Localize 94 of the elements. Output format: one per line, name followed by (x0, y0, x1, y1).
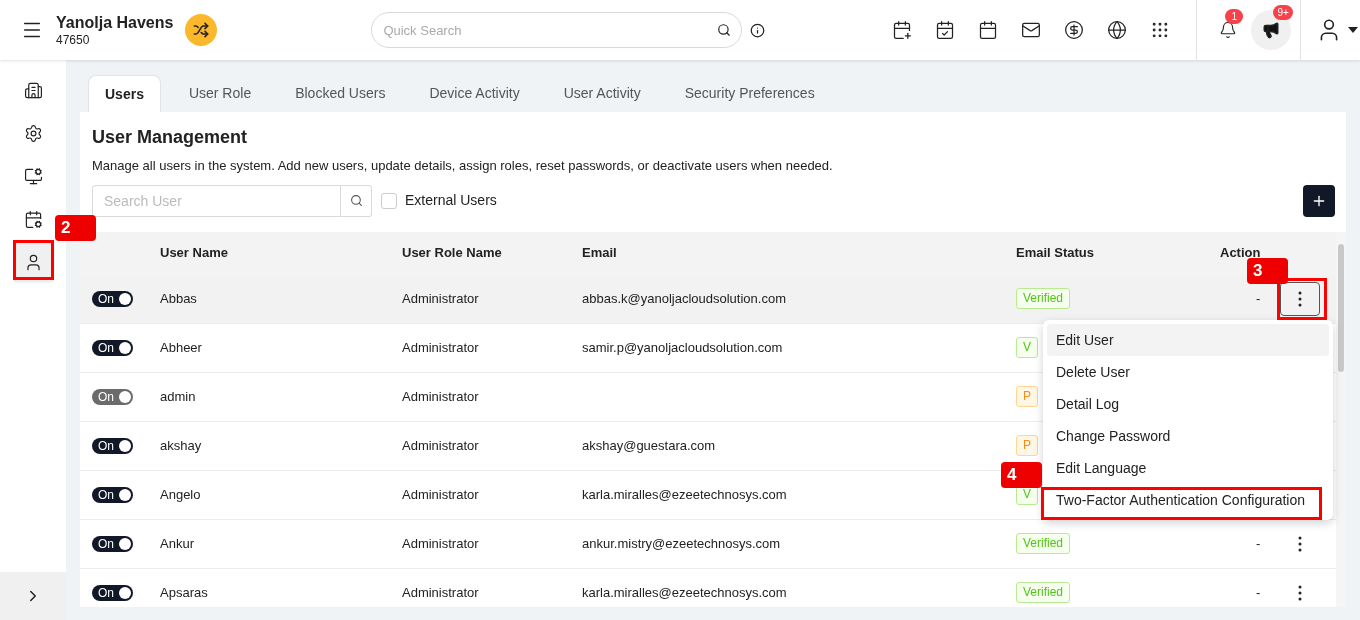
menu-item[interactable]: Edit User (1047, 324, 1329, 356)
action-placeholder: - (1256, 289, 1261, 308)
column-header: User Name (159, 244, 229, 263)
user-name: Ankur (159, 534, 195, 553)
column-header: User Role Name (402, 244, 503, 263)
caret-icon (1348, 27, 1359, 33)
column-header: Email (582, 244, 618, 263)
email-status-tag: P (1016, 435, 1038, 456)
announcement-count: 9+ (1273, 5, 1293, 20)
column-header: Email Status (1016, 244, 1096, 263)
external-users-label: External Users (405, 191, 497, 210)
user-role: Administrator (402, 534, 480, 553)
user-name: Apsaras (159, 583, 209, 602)
user-email: karla.miralles@ezeetechnosys.com (582, 584, 787, 600)
shuffle-icon (193, 22, 210, 38)
more-icon (1298, 535, 1303, 552)
status-toggle[interactable]: On (92, 437, 133, 454)
calendar-check-button[interactable] (935, 20, 956, 40)
more-icon (1298, 584, 1303, 601)
calendar-button[interactable] (978, 20, 999, 40)
status-toggle[interactable]: On (92, 486, 133, 503)
calendar-icon (23, 209, 43, 229)
user-role: Administrator (402, 485, 480, 504)
calendar-plus-icon (892, 20, 913, 40)
mail-button[interactable] (1021, 20, 1042, 40)
highlight-outline (13, 240, 54, 280)
calendar-icon (978, 20, 999, 40)
status-toggle[interactable]: On (92, 290, 133, 307)
email-status-tag: P (1016, 386, 1038, 407)
monitor-icon (23, 166, 43, 186)
notification-count: 1 (1225, 9, 1243, 24)
page-title: User Management (92, 126, 249, 148)
user-name: Abheer (159, 338, 203, 357)
dollar-button[interactable] (1064, 20, 1085, 40)
search-icon (349, 194, 363, 207)
more-icon (1298, 290, 1303, 307)
status-toggle[interactable]: On (92, 584, 133, 601)
bell-icon (1219, 21, 1238, 39)
page-description: Manage all users in the system. Add new users, update details, assign roles, reset passwords, or deactivate users when needed. (92, 157, 834, 175)
menu-item[interactable]: Detail Log (1047, 388, 1329, 420)
info-icon[interactable] (750, 22, 766, 38)
globe-button[interactable] (1107, 20, 1128, 40)
status-toggle[interactable]: On (92, 535, 133, 552)
add-user-button[interactable] (1303, 184, 1335, 217)
dollar-icon (1064, 20, 1085, 40)
search-button[interactable] (341, 184, 372, 217)
tab[interactable]: Blocked Users (279, 75, 402, 112)
user-email: ankur.mistry@ezeetechnosys.com (582, 535, 781, 551)
status-toggle[interactable]: On (92, 339, 133, 356)
user-role: Administrator (402, 387, 480, 406)
tab[interactable]: Device Activity (413, 75, 536, 112)
menu-item[interactable]: Change Password (1047, 420, 1329, 452)
step-marker: 2 (55, 215, 96, 241)
user-name: Abbas (159, 289, 198, 308)
switch-property-button[interactable] (185, 14, 218, 46)
step-marker: 3 (1247, 258, 1288, 284)
settings-icon (23, 123, 43, 143)
email-status-tag: Verified (1016, 288, 1071, 309)
search-user-field[interactable]: Search User (92, 184, 341, 217)
user-email: samir.p@yanoljacloudsolution.com (582, 339, 783, 355)
external-users-checkbox[interactable] (381, 192, 397, 209)
tab[interactable]: Users (88, 75, 161, 112)
property-name: Yanolja Havens (56, 12, 174, 33)
tab[interactable]: User Activity (547, 75, 657, 112)
action-placeholder: - (1256, 583, 1261, 602)
user-role: Administrator (402, 289, 480, 308)
mail-icon (1021, 20, 1042, 40)
user-email: karla.miralles@ezeetechnosys.com (582, 486, 787, 502)
email-status-tag: V (1016, 337, 1038, 358)
tab[interactable]: User Role (172, 75, 268, 112)
user-email: akshay@guestara.com (582, 437, 716, 453)
property-code: 47650 (56, 32, 91, 48)
user-role: Administrator (402, 338, 480, 357)
user-name: admin (159, 387, 197, 406)
announcements-button[interactable] (1251, 10, 1292, 50)
calendar-plus-button[interactable] (892, 20, 913, 40)
user-role: Administrator (402, 583, 480, 602)
globe-icon (1107, 20, 1128, 40)
menu-item[interactable]: Two-Factor Authentication Configuration (1047, 484, 1329, 516)
tab[interactable]: Security Preferences (668, 75, 831, 112)
email-status-tag: Verified (1016, 582, 1071, 603)
search-icon[interactable] (717, 23, 732, 37)
user-role: Administrator (402, 436, 480, 455)
user-name: akshay (159, 436, 203, 455)
scrollbar[interactable] (1336, 231, 1346, 607)
email-status-tag: Verified (1016, 533, 1071, 554)
calendar-check-icon (935, 20, 956, 40)
building-icon (23, 80, 43, 100)
quick-search-field[interactable]: Quick Search (371, 12, 743, 48)
megaphone-icon (1262, 21, 1281, 39)
user-name: Angelo (159, 485, 202, 504)
user-email: abbas.k@yanoljacloudsolution.com (582, 290, 786, 306)
step-marker: 4 (1001, 462, 1042, 488)
action-placeholder: - (1256, 534, 1261, 553)
